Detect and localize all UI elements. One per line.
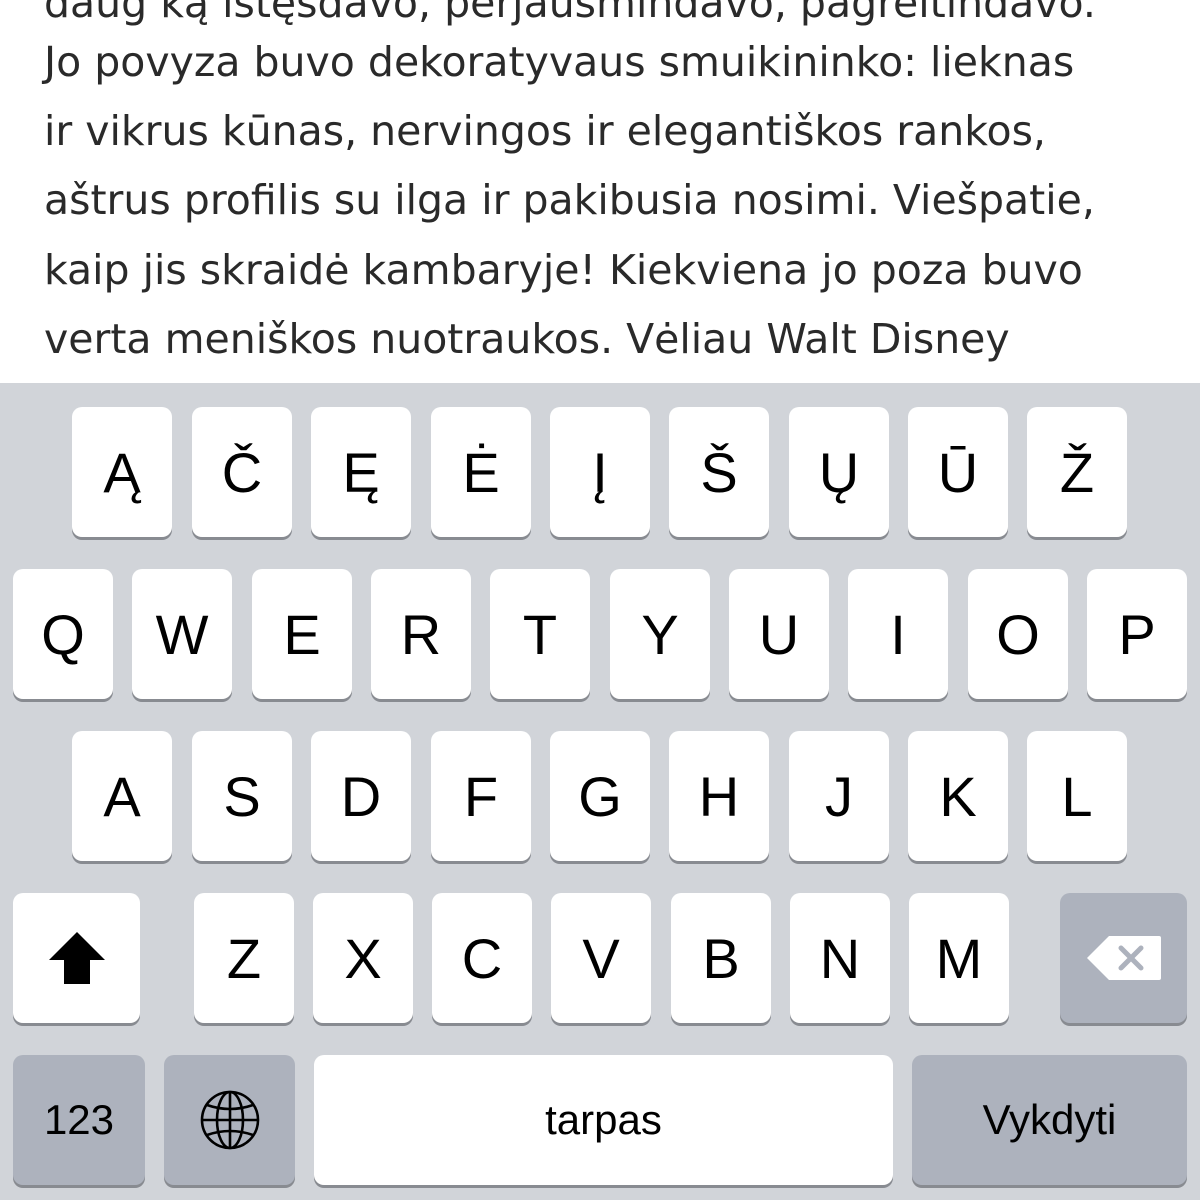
space-key[interactable]: tarpas — [314, 1055, 893, 1185]
document-text-area[interactable]: daug ką ištęsdavo, perjausmindavo, pagre… — [0, 0, 1200, 383]
key-s[interactable]: S — [192, 731, 292, 861]
key-z[interactable]: Z — [194, 893, 294, 1023]
text-line: verta meniškos nuotraukos. Vėliau Walt D… — [44, 315, 1010, 363]
key-r[interactable]: R — [371, 569, 471, 699]
key-y[interactable]: Y — [610, 569, 710, 699]
text-line: kaip jis skraidė kambaryje! Kiekviena jo… — [44, 246, 1083, 294]
key-i-ogonek[interactable]: Į — [550, 407, 650, 537]
key-k[interactable]: K — [908, 731, 1008, 861]
backspace-icon — [1085, 934, 1163, 982]
key-a-ogonek[interactable]: Ą — [72, 407, 172, 537]
key-i[interactable]: I — [848, 569, 948, 699]
key-c-caron[interactable]: Č — [192, 407, 292, 537]
key-h[interactable]: H — [669, 731, 769, 861]
key-e[interactable]: E — [252, 569, 352, 699]
key-t[interactable]: T — [490, 569, 590, 699]
key-o[interactable]: O — [968, 569, 1068, 699]
globe-icon — [199, 1089, 261, 1151]
key-a[interactable]: A — [72, 731, 172, 861]
key-b[interactable]: B — [671, 893, 771, 1023]
key-l[interactable]: L — [1027, 731, 1127, 861]
key-c[interactable]: C — [432, 893, 532, 1023]
key-w[interactable]: W — [132, 569, 232, 699]
key-s-caron[interactable]: Š — [669, 407, 769, 537]
key-z-caron[interactable]: Ž — [1027, 407, 1127, 537]
text-line: Jo povyza buvo dekoratyvaus smuikininko:… — [44, 38, 1075, 86]
key-u[interactable]: U — [729, 569, 829, 699]
shift-key[interactable] — [13, 893, 140, 1023]
delete-key[interactable] — [1060, 893, 1187, 1023]
key-j[interactable]: J — [789, 731, 889, 861]
keyboard: Ą Č Ę Ė Į Š Ų Ū Ž Q W E R T Y U I O P A … — [0, 383, 1200, 1200]
numbers-key[interactable]: 123 — [13, 1055, 145, 1185]
key-u-macron[interactable]: Ū — [908, 407, 1008, 537]
key-p[interactable]: P — [1087, 569, 1187, 699]
key-v[interactable]: V — [551, 893, 651, 1023]
key-u-ogonek[interactable]: Ų — [789, 407, 889, 537]
text-line: daug ką ištęsdavo, perjausmindavo, pagre… — [44, 0, 1096, 27]
key-q[interactable]: Q — [13, 569, 113, 699]
key-g[interactable]: G — [550, 731, 650, 861]
key-f[interactable]: F — [431, 731, 531, 861]
globe-key[interactable] — [164, 1055, 295, 1185]
shift-arrow-icon — [47, 930, 107, 986]
key-e-ogonek[interactable]: Ę — [311, 407, 411, 537]
key-e-dot[interactable]: Ė — [431, 407, 531, 537]
return-key[interactable]: Vykdyti — [912, 1055, 1187, 1185]
key-d[interactable]: D — [311, 731, 411, 861]
key-n[interactable]: N — [790, 893, 890, 1023]
key-x[interactable]: X — [313, 893, 413, 1023]
text-line: ir vikrus kūnas, nervingos ir elegantišk… — [44, 107, 1046, 155]
text-line: aštrus profilis su ilga ir pakibusia nos… — [44, 176, 1095, 224]
key-m[interactable]: M — [909, 893, 1009, 1023]
screen: daug ką ištęsdavo, perjausmindavo, pagre… — [0, 0, 1200, 1200]
